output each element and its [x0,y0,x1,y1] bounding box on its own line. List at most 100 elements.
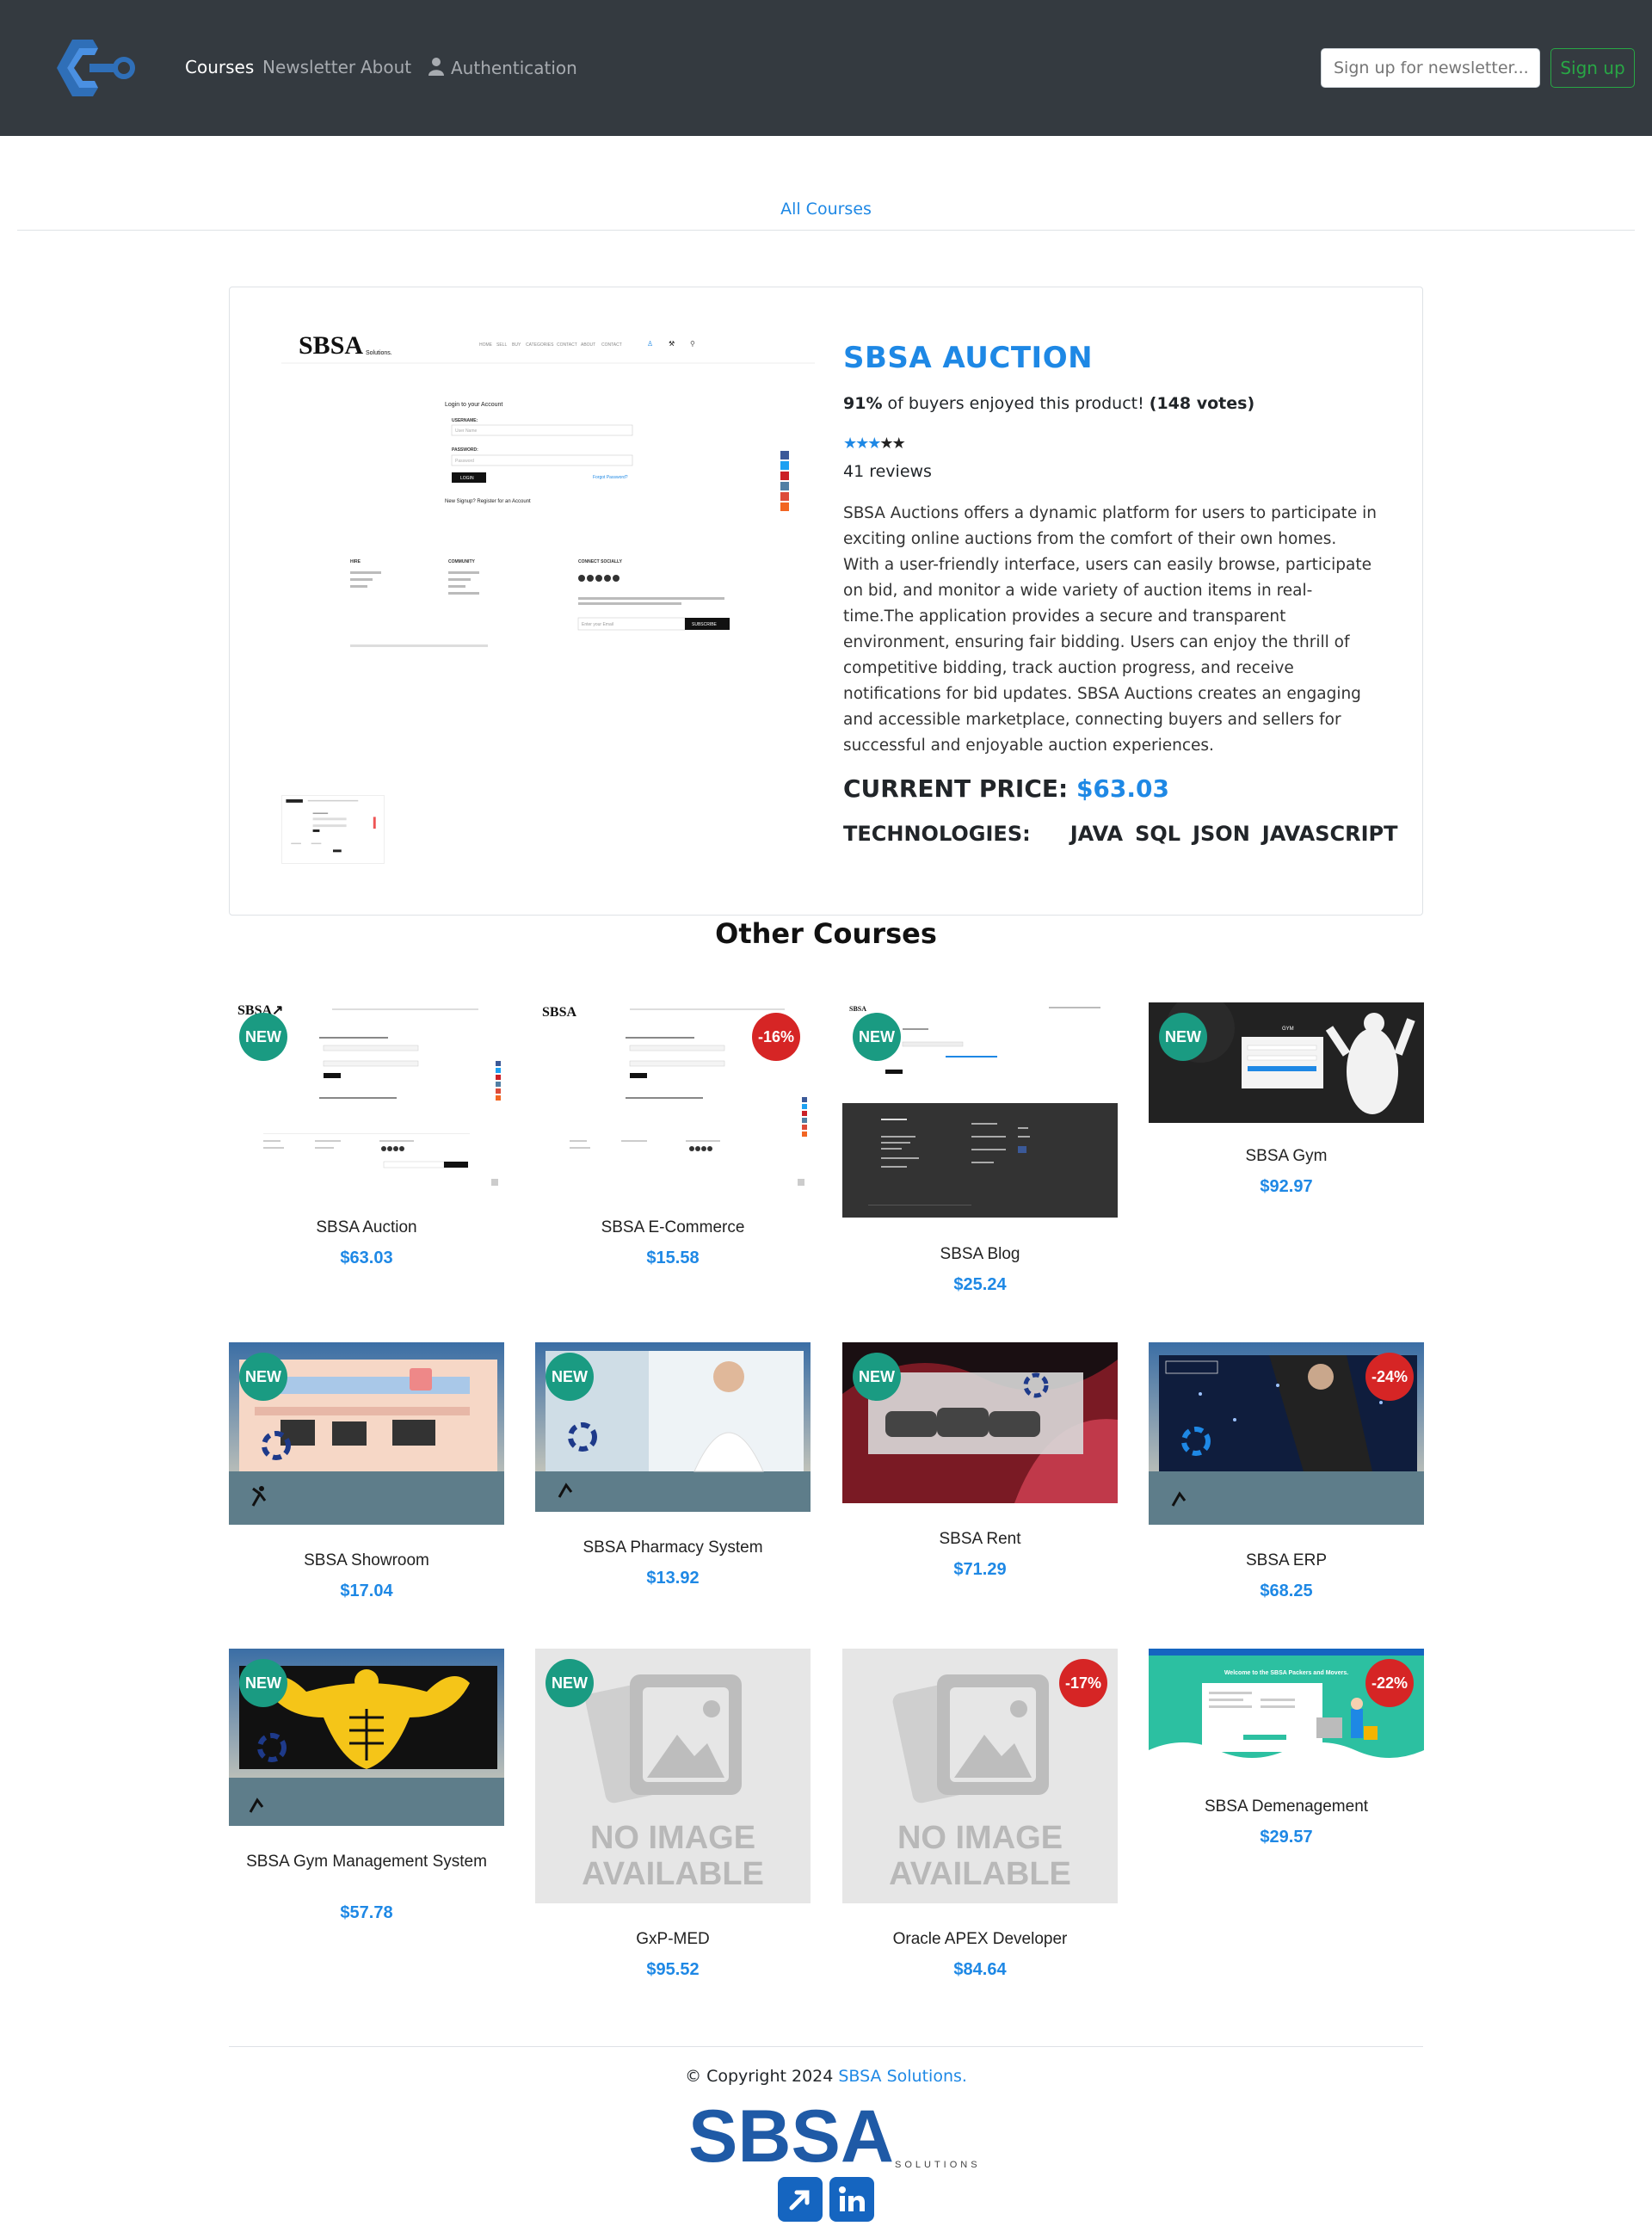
course-price: $92.97 [1260,1177,1313,1196]
star-icon: ★ [843,435,857,452]
shot-brand: SBSA [299,331,363,360]
footer-brand-link[interactable]: SBSA Solutions. [838,2067,967,2086]
other-courses-heading: Other Courses [715,917,937,950]
signup-button[interactable]: Sign up [1550,48,1635,88]
tech-item: JAVA [1069,822,1124,846]
newsletter-email-input[interactable] [1321,48,1540,88]
svg-text:SBSA: SBSA [688,2100,894,2168]
nav-courses[interactable]: Courses [185,57,254,77]
svg-text:AVAILABLE: AVAILABLE [582,1856,764,1892]
new-badge: NEW [546,1353,594,1401]
new-badge: NEW [546,1659,594,1707]
course-price: $71.29 [953,1560,1007,1579]
svg-text:Login to your Account: Login to your Account [445,402,502,408]
footer-logo: SBSA [688,2100,894,2168]
new-badge: NEW [853,1013,901,1061]
user-icon [428,58,444,76]
discount-badge: -17% [1059,1659,1107,1707]
svg-text:PASSWORD:: PASSWORD: [452,447,478,453]
course-name[interactable]: SBSA Rent [842,1529,1118,1550]
svg-text:SELL: SELL [496,342,507,348]
product-description: SBSA Auctions offers a dynamic platform … [843,504,1377,755]
product-detail-card: SBSA Solutions. HOME SELL BUY CATEGORIES… [229,287,1423,916]
svg-text:Forgot Password?: Forgot Password? [593,475,628,480]
external-link-icon[interactable] [778,2177,823,2222]
course-name[interactable]: SBSA Auction [229,1218,504,1238]
star-icon: ★ [879,435,893,452]
product-title: SBSA AUCTION [843,341,1094,375]
divider [17,230,1635,231]
svg-text:BUY: BUY [512,342,521,348]
svg-text:CONTACT: CONTACT [601,342,622,348]
product-thumbnail[interactable] [281,795,385,864]
current-price: CURRENT PRICE: $63.03 [843,774,1169,803]
svg-text:CATEGORIES: CATEGORIES [526,342,554,348]
course-name[interactable]: SBSA E-Commerce [535,1218,811,1238]
course-price: $95.52 [646,1960,700,1979]
svg-text:NO IMAGE: NO IMAGE [897,1820,1063,1856]
new-badge: NEW [853,1353,901,1401]
course-price: $63.03 [340,1249,393,1267]
tech-item: JAVASCRIPT [1261,822,1398,846]
course-price: $29.57 [1260,1828,1313,1847]
tech-item: SQL [1135,822,1181,846]
buyers-satisfaction: 91% of buyers enjoyed this product! (148… [843,394,1255,413]
svg-text:SUBSCRIBE: SUBSCRIBE [692,622,718,627]
footer-divider [229,2046,1423,2047]
discount-badge: -16% [752,1013,800,1061]
svg-text:⚒: ⚒ [669,340,675,348]
svg-text:SBSA: SBSA [849,1005,866,1013]
svg-text:GYM: GYM [1282,1027,1294,1032]
svg-text:User Name: User Name [455,429,478,434]
all-courses-link[interactable]: All Courses [0,200,1652,219]
technologies: TECHNOLOGIES: JAVA SQL JSON JAVASCRIPT [843,822,1398,846]
site-logo[interactable] [53,36,139,100]
course-price: $84.64 [953,1960,1007,1979]
no-image-text: NO IMAGE [590,1820,755,1856]
svg-text:CONTACT: CONTACT [557,342,577,348]
course-name[interactable]: SBSA Showroom [229,1551,504,1571]
svg-text:New Signup? Register for an Ac: New Signup? Register for an Account [445,499,531,504]
nav-authentication[interactable]: Authentication [428,57,577,78]
svg-text:ABOUT: ABOUT [581,342,595,348]
star-icon: ★ [855,435,869,452]
star-icon: ★ [867,435,881,452]
new-badge: NEW [239,1013,287,1061]
svg-text:Enter your Email: Enter your Email [582,622,613,627]
nav-about[interactable]: About [361,57,411,77]
svg-text:LOGIN: LOGIN [460,476,474,481]
svg-text:AVAILABLE: AVAILABLE [889,1856,1071,1892]
course-name[interactable]: SBSA ERP [1149,1551,1424,1571]
course-name[interactable]: SBSA Pharmacy System [535,1538,811,1558]
course-price: $15.58 [646,1249,700,1267]
reviews-count: 41 reviews [843,462,932,481]
course-name[interactable]: SBSA Blog [842,1244,1118,1265]
svg-text:Welcome to the SBSA Packers an: Welcome to the SBSA Packers and Movers. [1224,1670,1348,1676]
tech-item: JSON [1193,822,1250,846]
svg-text:SBSA: SBSA [542,1005,576,1020]
course-price: $13.92 [646,1569,700,1588]
nav-authentication-label: Authentication [451,58,577,78]
course-name[interactable]: SBSA Gym Management System [229,1852,504,1872]
footer-logo-sub: SOLUTIONS [895,2160,981,2170]
course-name[interactable]: GxP-MED [535,1929,811,1950]
svg-text:COMMUNITY: COMMUNITY [448,559,475,564]
linkedin-icon[interactable] [829,2177,874,2222]
nav-newsletter[interactable]: Newsletter [262,57,355,77]
course-name[interactable]: SBSA Gym [1149,1146,1424,1167]
svg-text:HOME: HOME [479,342,493,348]
svg-text:USERNAME:: USERNAME: [452,418,478,423]
product-main-image[interactable]: SBSA Solutions. HOME SELL BUY CATEGORIES… [281,330,815,657]
course-price: $25.24 [953,1275,1007,1294]
rating-stars: ★★★★★ [843,435,906,452]
svg-text:HIRE: HIRE [350,559,361,564]
navbar: Courses Newsletter About Authentication … [0,0,1652,136]
discount-badge: -24% [1365,1353,1414,1401]
course-name[interactable]: SBSA Demenagement [1149,1797,1424,1817]
course-price: $68.25 [1260,1582,1313,1600]
new-badge: NEW [239,1353,287,1401]
svg-text:Password: Password [455,459,474,464]
course-name[interactable]: Oracle APEX Developer [842,1929,1118,1950]
svg-text:⚲: ⚲ [690,340,695,348]
svg-text:CONNECT SOCIALLY: CONNECT SOCIALLY [578,559,623,564]
